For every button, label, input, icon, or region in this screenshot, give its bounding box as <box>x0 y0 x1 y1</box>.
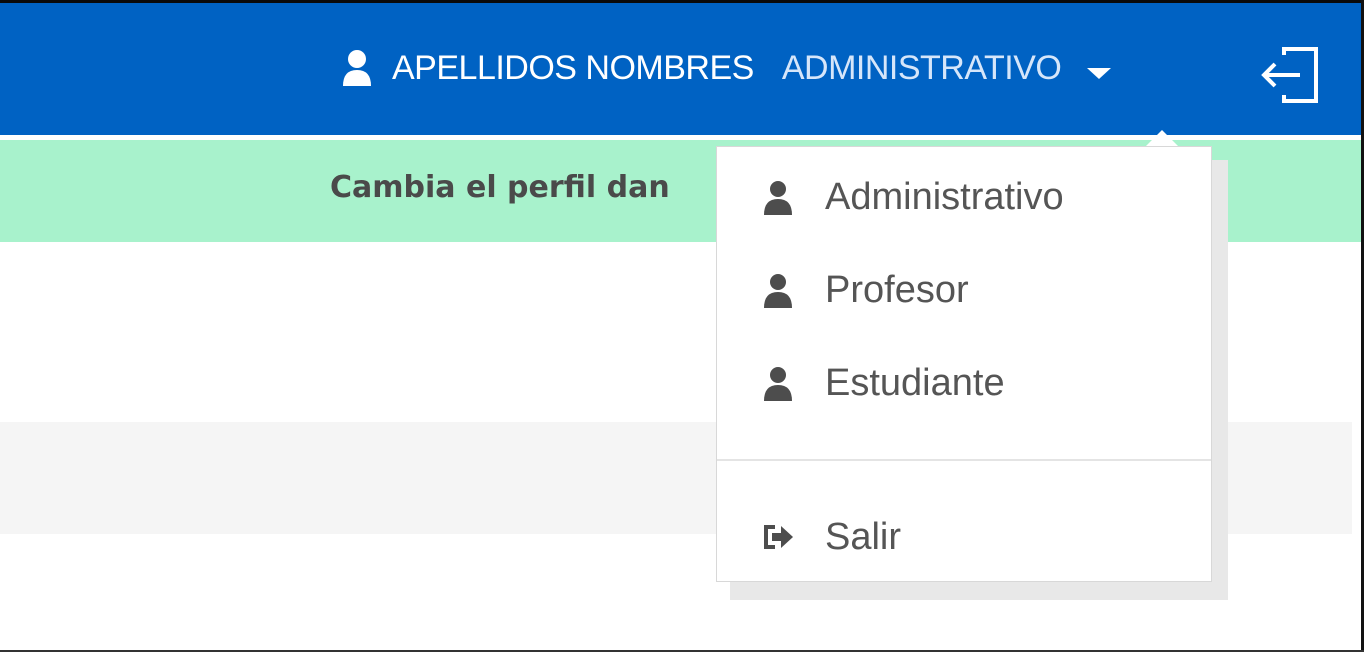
logout-icon[interactable] <box>1258 43 1324 109</box>
menu-item-label: Estudiante <box>825 361 1005 404</box>
menu-item-salir[interactable]: Salir <box>717 502 1211 572</box>
menu-item-profesor[interactable]: Profesor <box>717 255 1211 325</box>
menu-item-label: Profesor <box>825 268 969 311</box>
notice-text: Cambia el perfil dan <box>330 170 670 205</box>
user-icon <box>764 181 792 215</box>
user-role-toggle[interactable]: ADMINISTRATIVO <box>782 49 1062 88</box>
menu-item-estudiante[interactable]: Estudiante <box>717 348 1211 418</box>
user-icon <box>764 274 792 308</box>
caret-down-icon[interactable] <box>1087 67 1112 79</box>
profile-dropdown-menu: Administrativo Profesor Estudiante Salir <box>716 146 1212 582</box>
user-icon <box>764 367 792 401</box>
user-icon <box>343 50 371 86</box>
menu-item-label: Administrativo <box>825 175 1064 218</box>
sign-out-icon <box>764 525 793 549</box>
top-navbar: APELLIDOS NOMBRES ADMINISTRATIVO <box>0 0 1364 135</box>
user-name: APELLIDOS NOMBRES <box>392 48 754 87</box>
menu-divider <box>717 459 1211 461</box>
menu-item-label: Salir <box>825 515 902 558</box>
menu-item-administrativo[interactable]: Administrativo <box>717 162 1211 232</box>
user-menu[interactable]: APELLIDOS NOMBRES ADMINISTRATIVO <box>340 43 1112 93</box>
dropdown-pointer <box>1145 130 1179 147</box>
